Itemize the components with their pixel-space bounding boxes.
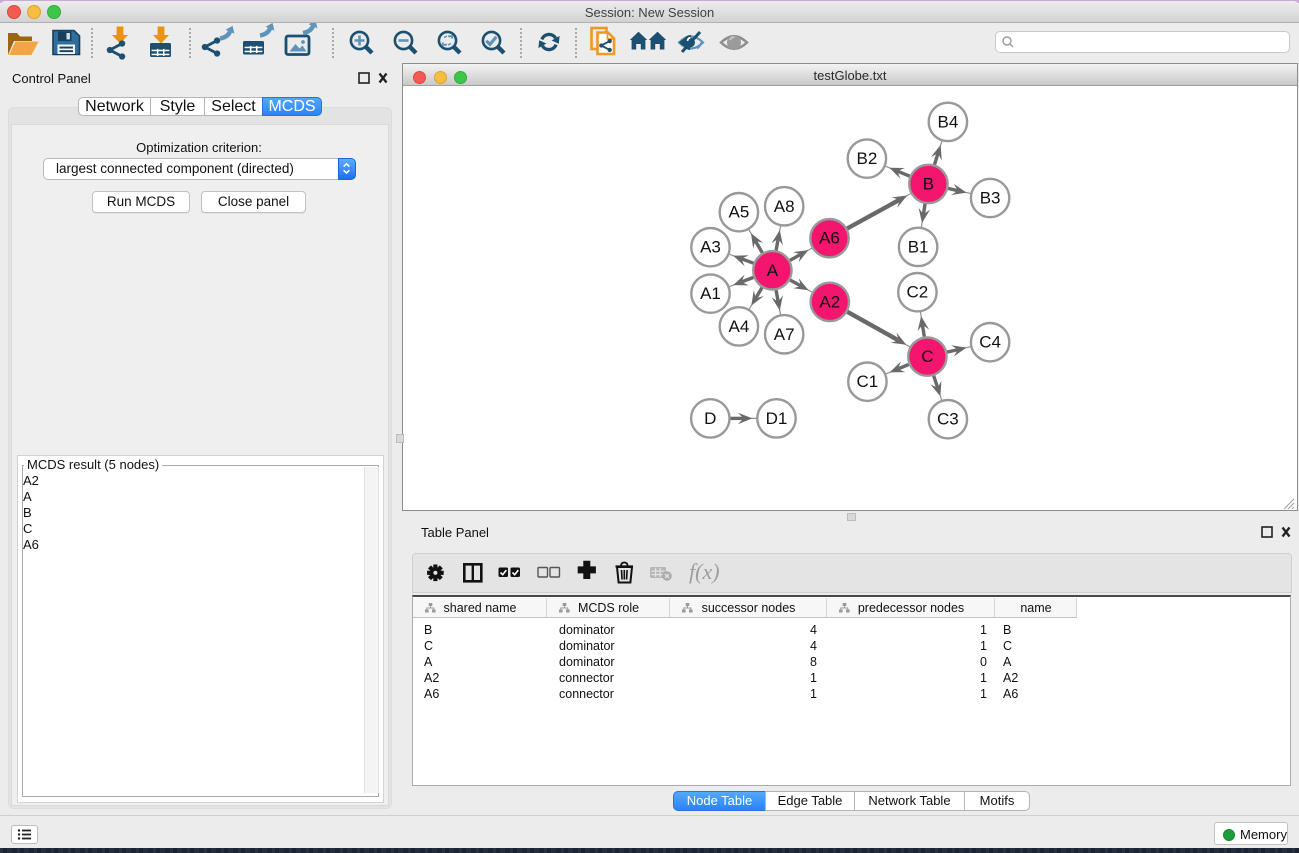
svg-text:D1: D1 bbox=[766, 409, 788, 428]
svg-text:C4: C4 bbox=[979, 333, 1001, 352]
svg-text:A4: A4 bbox=[729, 317, 750, 336]
svg-text:A1: A1 bbox=[700, 284, 721, 303]
svg-text:f(x): f(x) bbox=[689, 559, 720, 584]
svg-text:B4: B4 bbox=[938, 112, 959, 131]
svg-text:A6: A6 bbox=[819, 229, 840, 248]
svg-text:B2: B2 bbox=[857, 149, 878, 168]
svg-text:A7: A7 bbox=[774, 325, 795, 344]
svg-text:D: D bbox=[704, 409, 716, 428]
svg-text:C2: C2 bbox=[907, 283, 929, 302]
svg-text:C3: C3 bbox=[937, 410, 959, 429]
svg-text:A8: A8 bbox=[774, 197, 795, 216]
svg-text:B1: B1 bbox=[908, 237, 929, 256]
svg-text:B3: B3 bbox=[980, 189, 1001, 208]
svg-text:C: C bbox=[921, 347, 933, 366]
svg-text:A3: A3 bbox=[700, 238, 721, 257]
svg-text:A5: A5 bbox=[729, 203, 750, 222]
svg-text:A: A bbox=[767, 261, 779, 280]
svg-text:A2: A2 bbox=[819, 292, 840, 311]
svg-text:C1: C1 bbox=[857, 372, 879, 391]
svg-text:B: B bbox=[923, 174, 934, 193]
